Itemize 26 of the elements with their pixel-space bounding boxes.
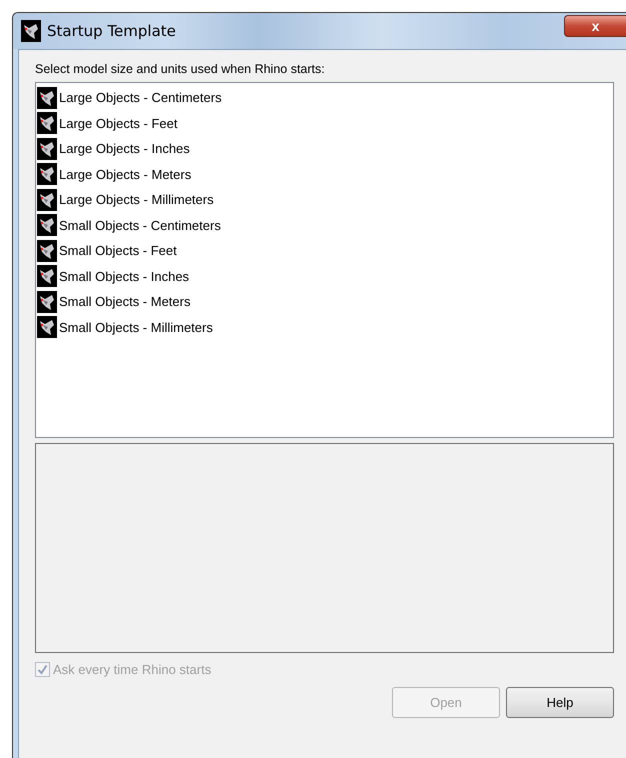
rhino-icon <box>37 112 57 134</box>
rhino-icon <box>37 163 57 186</box>
template-item[interactable]: Large Objects - Meters <box>37 162 612 187</box>
template-item[interactable]: Small Objects - Inches <box>37 264 612 289</box>
rhino-icon <box>37 265 57 288</box>
template-item[interactable]: Large Objects - Inches <box>37 136 612 162</box>
template-item[interactable]: Small Objects - Meters <box>37 289 612 314</box>
template-item[interactable]: Small Objects - Millimeters <box>37 314 612 340</box>
template-item[interactable]: Large Objects - Millimeters <box>37 187 612 212</box>
close-button[interactable]: x <box>564 15 626 37</box>
rhino-icon <box>37 138 57 160</box>
window-title: Startup Template <box>47 22 176 40</box>
dialog-button[interactable]: Help <box>506 687 614 718</box>
rhino-icon <box>37 316 57 338</box>
prompt-text: Select model size and units used when Rhino starts: <box>35 62 326 76</box>
template-item[interactable]: Large Objects - Feet <box>37 110 612 136</box>
template-item[interactable]: Small Objects - Feet <box>37 238 612 264</box>
rhino-icon <box>37 188 57 211</box>
rhino-icon <box>37 240 57 262</box>
checkbox-label: Ask every time Rhino starts <box>53 662 212 677</box>
rhino-icon <box>37 214 57 236</box>
rhino-icon <box>37 290 57 313</box>
rhino-icon <box>21 20 41 42</box>
template-item[interactable]: Large Objects - Centimeters <box>37 85 612 110</box>
rhino-icon <box>37 86 57 109</box>
template-item[interactable]: Small Objects - Centimeters <box>37 212 612 238</box>
